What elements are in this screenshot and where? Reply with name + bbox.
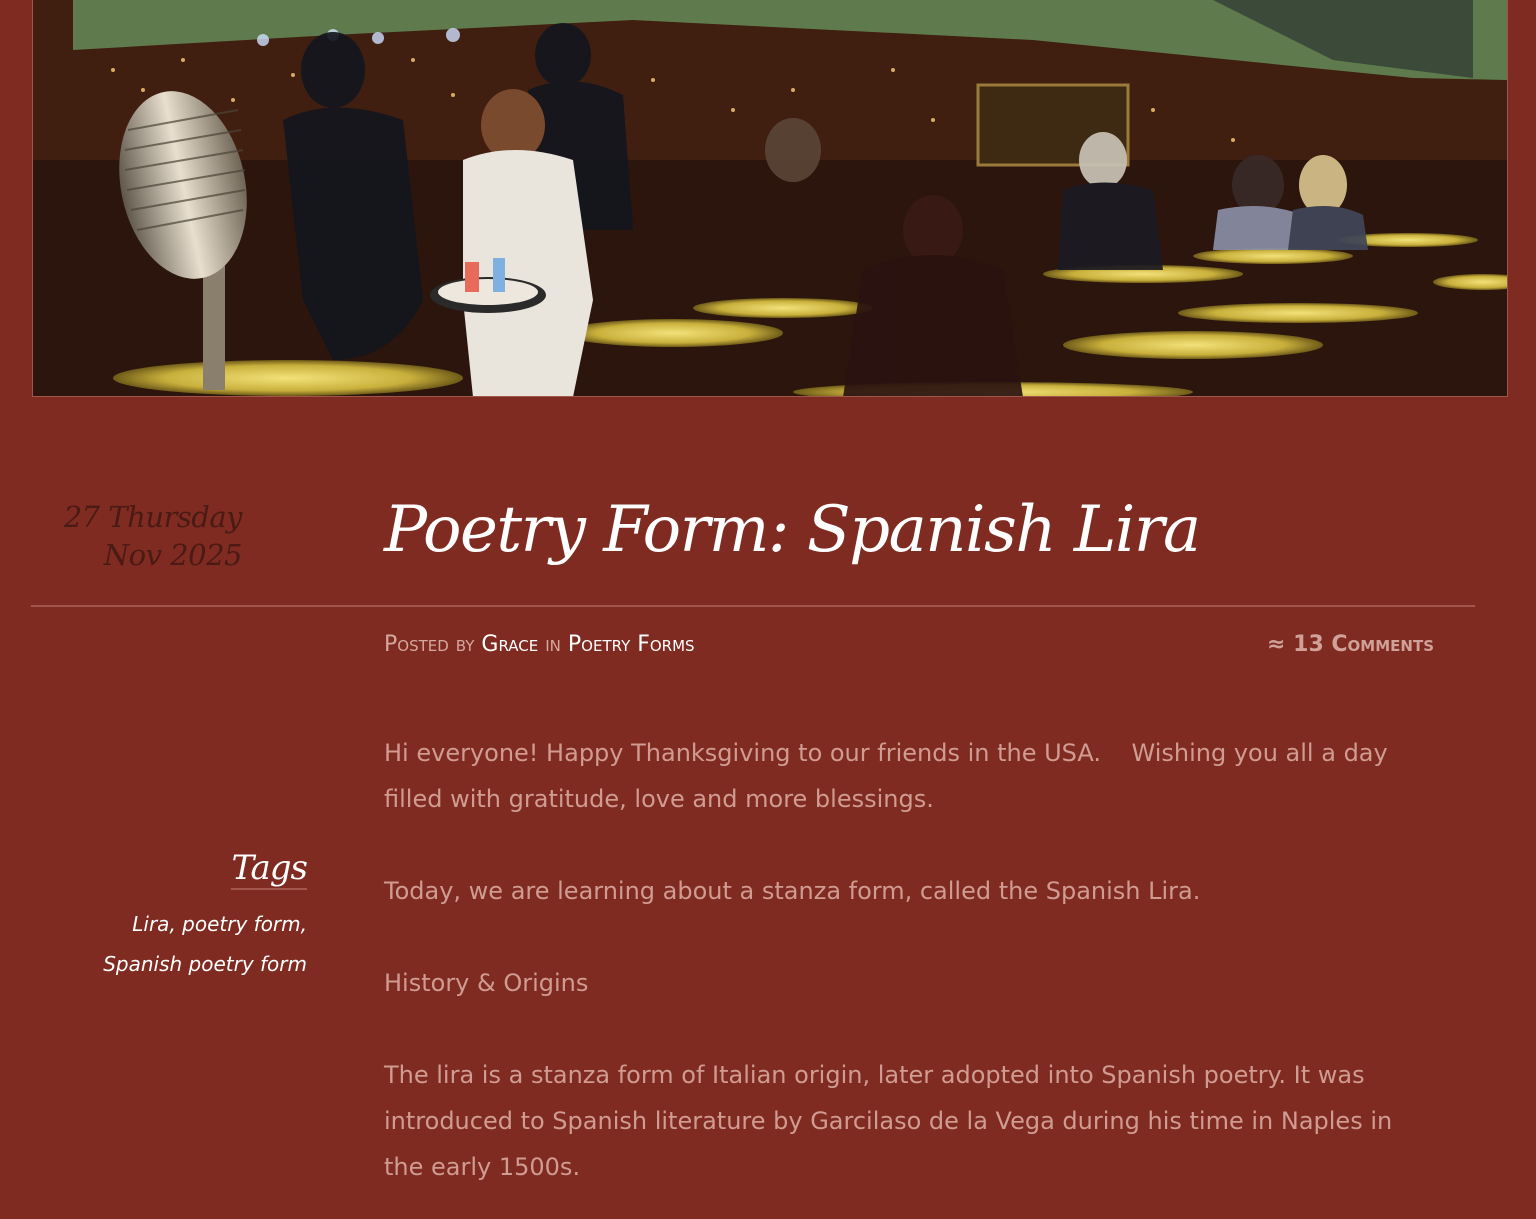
content-paragraph: The lira is a stanza form of Italian ori…	[384, 1061, 1393, 1181]
tag-link[interactable]: poetry form	[182, 912, 300, 936]
post-date: 27 Thursday Nov 2025	[63, 498, 243, 574]
content-paragraph: Hi everyone! Happy Thanksgiving to our f…	[384, 739, 1396, 813]
tag-link[interactable]: Lira	[132, 912, 169, 936]
banner-illustration	[33, 0, 1507, 396]
post-meta: Posted by Grace in Poetry Forms	[384, 630, 695, 660]
title-divider	[31, 605, 1475, 607]
post-title[interactable]: Poetry Form: Spanish Lira	[384, 488, 1201, 572]
header-banner-image	[32, 0, 1508, 397]
in-label: in	[545, 632, 561, 657]
content-heading: History & Origins	[384, 969, 589, 997]
tags-heading: Tags	[231, 848, 308, 890]
author-link[interactable]: Grace	[481, 632, 538, 657]
posted-by-label: Posted by	[384, 632, 475, 657]
tag-link[interactable]: Spanish poetry form	[103, 952, 307, 976]
content-paragraph: Today, we are learning about a stanza fo…	[384, 877, 1201, 905]
tags-list: Lira, poetry form, Spanish poetry form	[103, 912, 307, 976]
post-date-day: 27 Thursday	[63, 500, 243, 534]
post-content: Hi everyone! Happy Thanksgiving to our f…	[384, 730, 1444, 1219]
post-date-month-year: Nov 2025	[103, 538, 243, 572]
category-link[interactable]: Poetry Forms	[568, 632, 695, 657]
comments-link[interactable]: ≈ 13 Comments	[1267, 630, 1434, 660]
